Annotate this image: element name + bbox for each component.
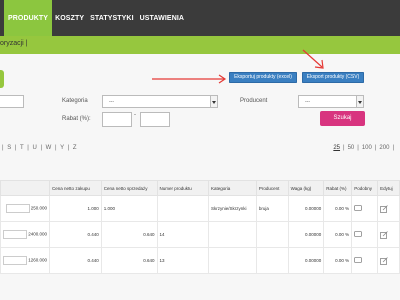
discount-cell: 0.00 % — [323, 195, 353, 222]
discount-separator: - — [134, 112, 136, 118]
nav-item-statystyki[interactable]: STATYSTYKI — [87, 0, 137, 36]
edit-cell — [377, 195, 400, 222]
category-cell — [208, 221, 257, 248]
nav-item-koszty[interactable]: KOSZTY — [52, 0, 87, 36]
table-row: 250.000 1.000 1.000 Skrzynie/Skrzynki br… — [0, 195, 400, 222]
quantity-input[interactable] — [3, 256, 27, 265]
annotation-arrow-csv — [302, 49, 324, 69]
edit-cell — [377, 221, 400, 248]
pager-separator: | — [392, 145, 394, 151]
buy-price-cell: 1.000 — [49, 195, 102, 222]
page-size-selector: 25 | 50 | 100 | 200 | — [333, 145, 394, 151]
table-row: 2400.000 0.440 0.640 14 0.00000 0.00 % — [0, 221, 400, 248]
discount-cell: 0.00 % — [323, 221, 353, 248]
quantity-cell: 2400.000 — [0, 221, 51, 248]
quantity-cell: 1260.000 — [0, 247, 51, 274]
producer-cell: bruja — [255, 195, 289, 222]
category-cell: Skrzynie/Skrzynki — [208, 195, 257, 222]
column-header[interactable]: Cena netto sprzedaży — [100, 180, 158, 196]
comment-icon[interactable] — [354, 257, 363, 264]
comment-icon[interactable] — [354, 231, 363, 238]
column-header: Edytuj — [377, 180, 400, 196]
category-select[interactable]: --- — [102, 95, 218, 108]
buy-price-cell: 0.440 — [49, 221, 102, 248]
pager-separator: | — [357, 145, 359, 151]
column-header: Podobny — [351, 180, 379, 196]
edit-icon[interactable] — [380, 230, 388, 239]
producer-label: Producent — [240, 98, 268, 104]
alphabet-filter[interactable]: | S | T | U | W | Y | Z — [2, 145, 78, 151]
edit-icon[interactable] — [380, 204, 388, 213]
category-cell — [208, 247, 257, 274]
pager-separator: | — [374, 145, 377, 151]
page-size-option[interactable]: 200 — [379, 145, 389, 151]
column-header[interactable]: Rabat (%) — [323, 180, 353, 196]
producer-cell — [255, 247, 289, 274]
quantity-cell: 250.000 — [0, 195, 51, 222]
chevron-down-icon — [356, 96, 363, 107]
chevron-down-icon — [210, 96, 217, 107]
export-csv-button[interactable]: Eksport produkty (CSV) — [302, 72, 364, 83]
similar-cell — [351, 247, 379, 274]
page-size-option[interactable]: 50 — [348, 145, 355, 151]
discount-from-input[interactable] — [102, 112, 132, 127]
quantity-value: 250.000 — [30, 205, 48, 211]
nav-item-produkty[interactable]: PRODUKTY — [4, 0, 53, 36]
products-table: Cena netto zakupu Cena netto sprzedaży N… — [0, 180, 400, 274]
edit-cell — [377, 247, 400, 274]
producer-cell — [255, 221, 289, 248]
annotation-arrow-excel — [152, 74, 227, 84]
edit-icon[interactable] — [380, 256, 388, 265]
pager-separator: | — [343, 145, 345, 151]
sub-navigation: oryzacji | — [0, 36, 400, 54]
weight-cell: 0.00000 — [287, 195, 325, 222]
page-size-current[interactable]: 25 — [333, 145, 340, 151]
category-label: Kategoria — [62, 98, 88, 104]
quantity-input[interactable] — [3, 230, 27, 239]
column-header[interactable]: Numer produktu — [156, 180, 210, 196]
side-tab[interactable] — [0, 70, 4, 88]
quantity-input[interactable] — [5, 204, 30, 213]
similar-cell — [351, 195, 379, 222]
subnav-label[interactable]: oryzacji | — [0, 40, 28, 47]
product-number-cell: 13 — [156, 247, 210, 274]
producer-select-value: --- — [305, 99, 310, 105]
discount-to-input[interactable] — [140, 112, 170, 127]
buy-price-cell: 0.440 — [49, 247, 102, 274]
weight-cell: 0.00000 — [287, 247, 325, 274]
column-header — [0, 180, 51, 196]
sell-price-cell: 0.640 — [100, 221, 158, 248]
top-navigation: PRODUKTY KOSZTY STATYSTYKI USTAWIENIA — [0, 0, 400, 36]
sell-price-cell: 0.640 — [100, 247, 158, 274]
table-row: 1260.000 0.440 0.640 13 0.00000 0.00 % — [0, 247, 400, 274]
name-filter-input[interactable] — [0, 95, 24, 108]
quantity-value: 2400.000 — [28, 231, 48, 237]
column-header[interactable]: Cena netto zakupu — [49, 180, 102, 196]
comment-icon[interactable] — [354, 205, 363, 212]
column-header[interactable]: Producent — [255, 180, 289, 196]
discount-label: Rabat (%): — [62, 116, 91, 122]
weight-cell: 0.00000 — [287, 221, 325, 248]
product-number-cell — [156, 195, 210, 222]
quantity-value: 1260.000 — [28, 257, 48, 263]
producer-select[interactable]: --- — [298, 95, 364, 108]
search-button[interactable]: Szukaj — [320, 111, 365, 126]
category-select-value: --- — [109, 99, 114, 105]
table-header-row: Cena netto zakupu Cena netto sprzedaży N… — [0, 180, 400, 196]
export-excel-button[interactable]: Eksportuj produkty (excel) — [229, 72, 297, 83]
nav-item-ustawienia[interactable]: USTAWIENIA — [137, 0, 187, 36]
page-size-option[interactable]: 100 — [362, 145, 372, 151]
sell-price-cell: 1.000 — [100, 195, 158, 222]
product-number-cell: 14 — [156, 221, 210, 248]
discount-cell: 0.00 % — [323, 247, 353, 274]
column-header[interactable]: Waga (kg) — [287, 180, 325, 196]
similar-cell — [351, 221, 379, 248]
column-header[interactable]: Kategoria — [208, 180, 257, 196]
